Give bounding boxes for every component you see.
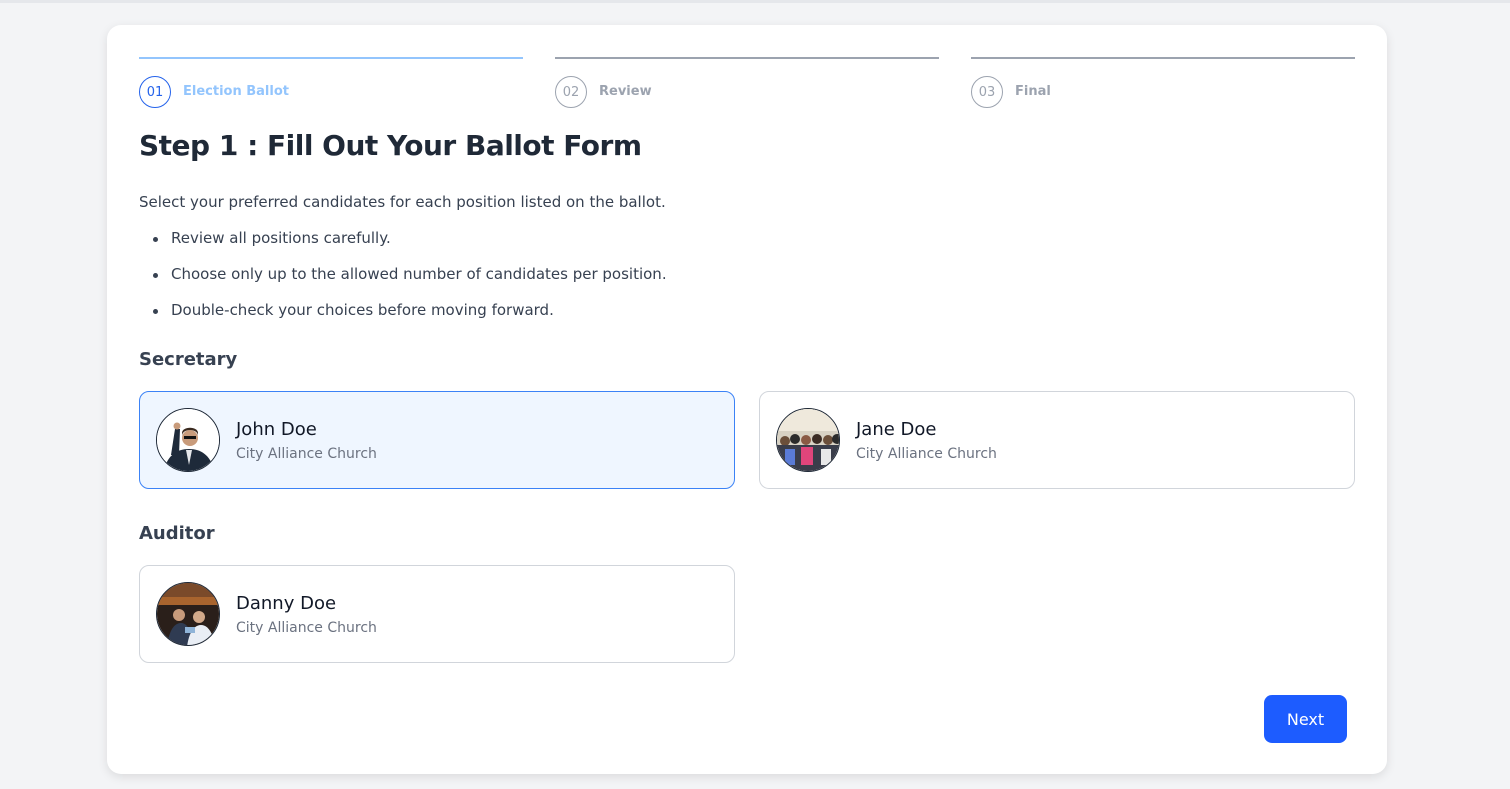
step-label: Final: [1015, 84, 1051, 99]
step-final[interactable]: 03 Final: [971, 57, 1355, 108]
candidate-photo: [776, 408, 840, 472]
step-label: Election Ballot: [183, 84, 289, 99]
step-review[interactable]: 02 Review: [555, 57, 939, 108]
instruction-item: Choose only up to the allowed number of …: [139, 265, 667, 301]
ballot-card: 01 Election Ballot 02 Review 03 Final St…: [107, 25, 1387, 774]
page-title: Step 1 : Fill Out Your Ballot Form: [139, 129, 642, 162]
candidate-card-danny-doe[interactable]: Danny Doe City Alliance Church: [139, 565, 735, 663]
candidate-organization: City Alliance Church: [236, 446, 377, 462]
stepper: 01 Election Ballot 02 Review 03 Final: [139, 57, 1355, 108]
step-number: 02: [555, 76, 587, 108]
step-number: 01: [139, 76, 171, 108]
candidate-organization: City Alliance Church: [236, 620, 377, 636]
instruction-list: Review all positions carefully. Choose o…: [139, 229, 667, 337]
step-label: Review: [599, 84, 652, 99]
step-progress-bar: [971, 57, 1355, 59]
candidate-photo: [156, 408, 220, 472]
candidate-organization: City Alliance Church: [856, 446, 997, 462]
position-title-auditor: Auditor: [139, 523, 215, 544]
step-progress-bar: [555, 57, 939, 59]
step-number: 03: [971, 76, 1003, 108]
candidate-name: John Doe: [236, 419, 317, 440]
instruction-item: Double-check your choices before moving …: [139, 301, 667, 337]
instruction-item: Review all positions carefully.: [139, 229, 667, 265]
candidate-card-john-doe[interactable]: John Doe City Alliance Church: [139, 391, 735, 489]
candidate-name: Jane Doe: [856, 419, 937, 440]
top-divider: [0, 0, 1510, 3]
position-title-secretary: Secretary: [139, 349, 238, 370]
candidate-name: Danny Doe: [236, 593, 337, 614]
next-button[interactable]: Next: [1264, 695, 1347, 743]
intro-text: Select your preferred candidates for eac…: [139, 193, 666, 211]
step-election-ballot[interactable]: 01 Election Ballot: [139, 57, 523, 108]
step-progress-bar: [139, 57, 523, 59]
candidate-card-jane-doe[interactable]: Jane Doe City Alliance Church: [759, 391, 1355, 489]
candidate-photo: [156, 582, 220, 646]
